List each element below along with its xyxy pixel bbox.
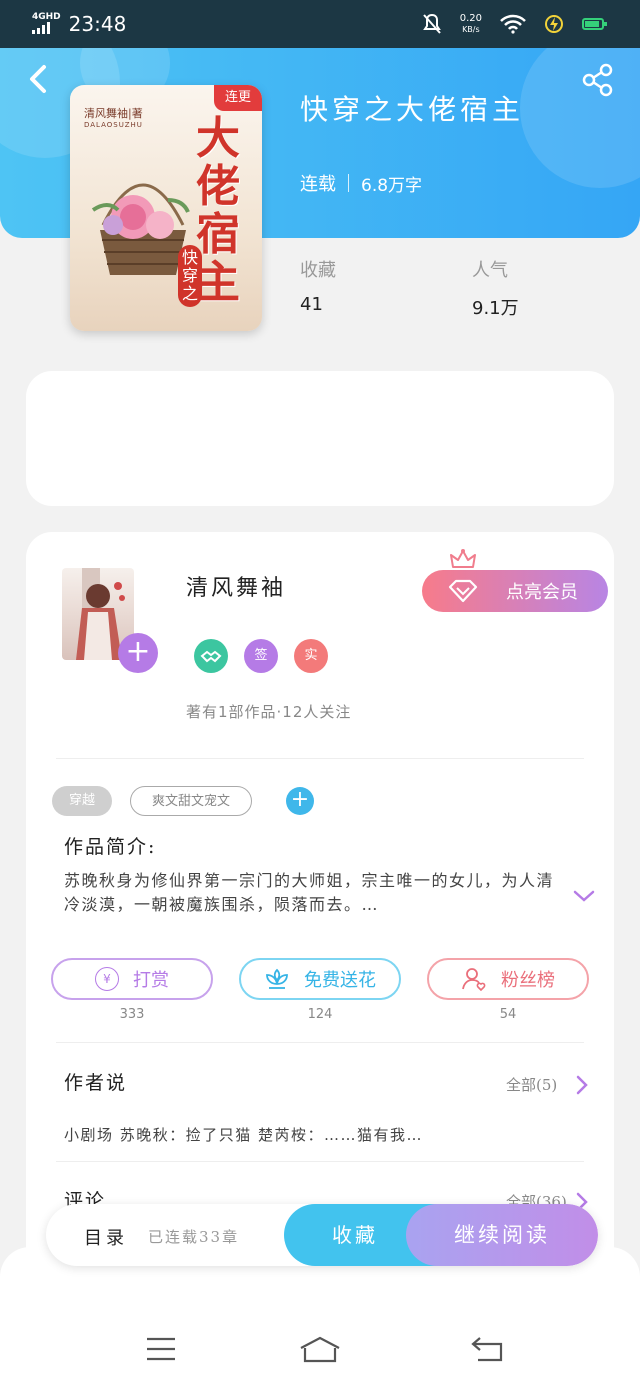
vip-button[interactable]: 点亮会员	[422, 570, 608, 612]
tip-count: 333	[119, 1007, 145, 1022]
fan-user-icon	[462, 968, 486, 992]
author-badges: 签 实	[194, 639, 328, 673]
cellular-signal-icon: 4GHD	[32, 12, 61, 37]
author-says-more[interactable]: 全部(5)	[506, 1074, 557, 1095]
author-says-preview[interactable]: 小剧场 苏晚秋：捡了只猫 楚芮桉：……猫有我…	[64, 1124, 423, 1145]
battery-icon	[582, 18, 607, 30]
divider	[56, 1042, 584, 1043]
book-status-row: 连载 6.8万字	[300, 170, 422, 196]
author-name[interactable]: 清风舞袖	[186, 570, 286, 602]
divider	[56, 758, 584, 759]
bottom-action-bar: 目录 已连载33章 收藏 继续阅读	[46, 1204, 598, 1266]
popularity-value: 9.1万	[472, 298, 519, 319]
signed-badge: 签	[244, 639, 278, 673]
diamond-icon	[448, 579, 478, 603]
home-icon[interactable]	[298, 1336, 342, 1364]
serial-status: 连载	[300, 174, 336, 195]
flower-icon	[266, 968, 288, 989]
mute-icon	[422, 13, 441, 34]
table-of-contents-button[interactable]: 目录	[84, 1224, 128, 1250]
author-meta: 著有1部作品·12人关注	[186, 703, 352, 721]
word-count: 6.8万字	[361, 175, 423, 196]
collect-button-label: 收藏	[332, 1223, 378, 1247]
status-divider	[348, 174, 349, 192]
back-nav-icon[interactable]	[470, 1336, 504, 1362]
system-nav-bar	[0, 1247, 640, 1387]
tag-chip[interactable]: 爽文甜文宠文	[130, 786, 252, 816]
expand-chevron-icon[interactable]	[572, 888, 596, 904]
cover-author-seal: 清风舞袖|著	[84, 107, 143, 120]
chapter-count[interactable]: 已连载33章	[148, 1226, 239, 1247]
send-flower-button[interactable]: 免费送花	[239, 958, 401, 1000]
charging-icon	[545, 15, 563, 33]
fan-count: 54	[499, 1007, 517, 1022]
status-bar: 4GHD 23:48 0.20 KB/s	[0, 0, 640, 48]
popularity-stat: 人气 9.1万	[472, 256, 519, 320]
menu-icon[interactable]	[145, 1336, 177, 1362]
tip-label: 打赏	[133, 970, 169, 991]
yen-icon: ¥	[95, 967, 119, 991]
clock: 23:48	[68, 12, 127, 36]
intro-text: 苏晚秋身为修仙界第一宗门的大师姐，宗主唯一的女儿，为人清冷淡漠，一朝被魔族围杀，…	[64, 871, 555, 914]
fan-ranking-label: 粉丝榜	[501, 970, 555, 991]
flower-count: 124	[307, 1007, 333, 1022]
popularity-label: 人气	[472, 260, 508, 281]
wifi-icon	[500, 14, 526, 34]
ad-placeholder-card	[26, 371, 614, 506]
cover-romanization: DALAOSUZHU	[84, 121, 143, 129]
chevron-right-icon[interactable]	[574, 1075, 590, 1095]
fan-ranking-button[interactable]: 粉丝榜	[427, 958, 589, 1000]
continue-reading-button[interactable]: 继续阅读	[406, 1204, 598, 1266]
intro-heading: 作品简介:	[64, 836, 157, 858]
verified-badge: 实	[294, 639, 328, 673]
add-tag-button[interactable]: +	[286, 787, 314, 815]
network-type: 4GHD	[32, 11, 61, 22]
cover-prefix-art: 快穿之	[178, 245, 202, 307]
contract-handshake-icon	[194, 639, 228, 673]
tag-chip[interactable]: 穿越	[52, 786, 112, 816]
back-icon[interactable]	[22, 62, 56, 96]
vip-button-label: 点亮会员	[506, 582, 578, 603]
cover-update-tag: 连更	[214, 85, 262, 111]
divider	[56, 1161, 584, 1162]
book-title: 快穿之大佬宿主	[300, 93, 525, 126]
tip-button[interactable]: ¥ 打赏	[51, 958, 213, 1000]
net-speed: 0.20	[459, 13, 482, 24]
book-cover[interactable]: 连更 清风舞袖|著 DALAOSUZHU 大佬宿主 快穿之	[70, 85, 262, 331]
author-says-heading: 作者说	[64, 1072, 128, 1094]
favorites-label: 收藏	[300, 260, 336, 281]
book-detail-screen: { "status_bar": {"network": "4GHD", "tim…	[0, 0, 640, 1387]
follow-author-button[interactable]: +	[118, 633, 158, 673]
crown-icon	[450, 549, 476, 568]
favorites-value: 41	[300, 294, 323, 315]
net-speed-unit: KB/s	[462, 25, 480, 34]
favorites-stat: 收藏 41	[300, 256, 336, 315]
share-icon[interactable]	[580, 62, 616, 98]
send-flower-label: 免费送花	[304, 970, 376, 991]
